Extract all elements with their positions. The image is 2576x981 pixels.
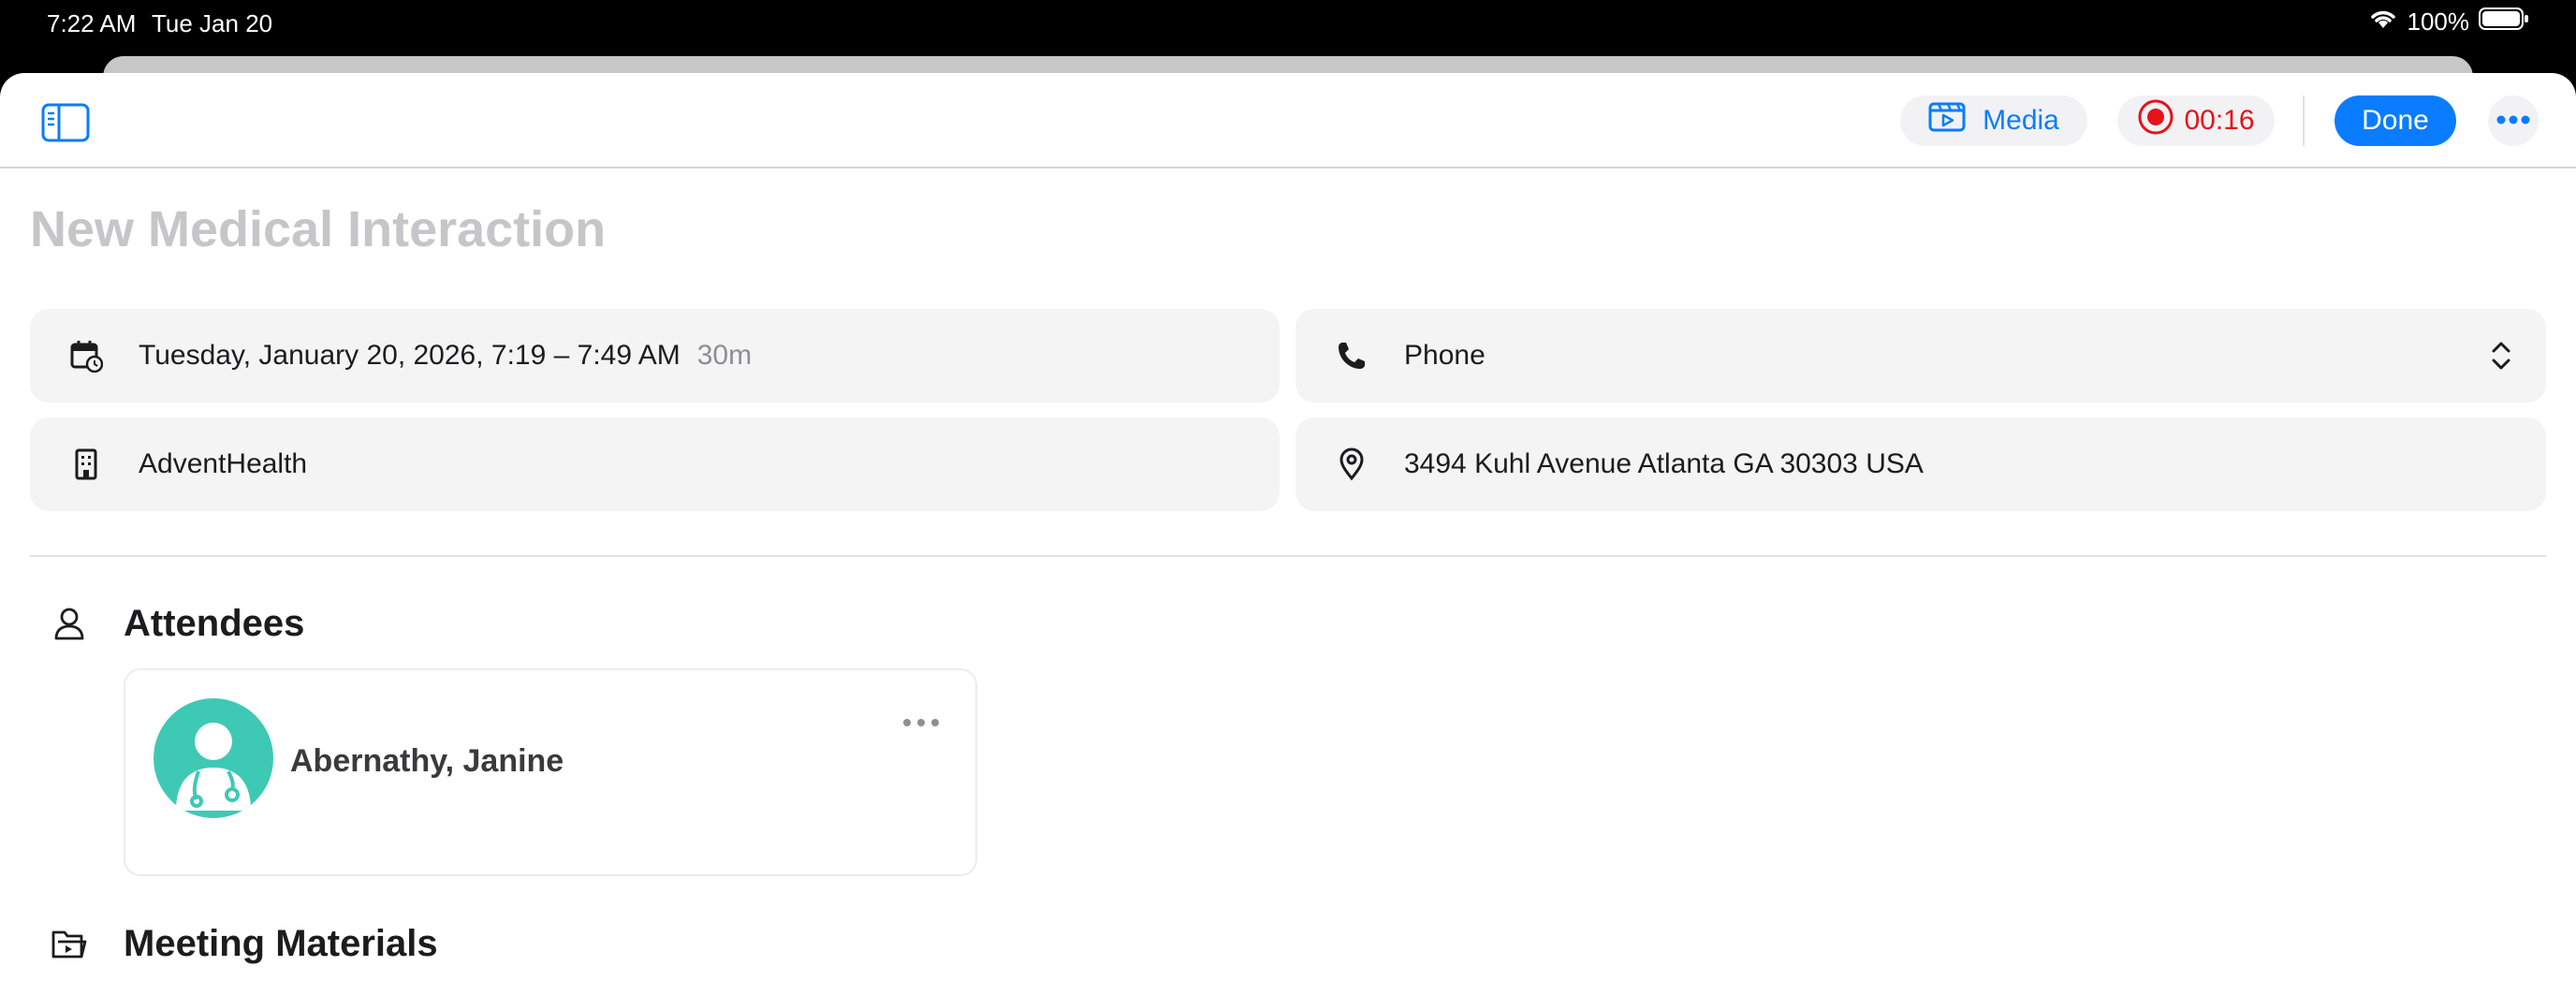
attendees-heading: Attendees xyxy=(124,603,305,644)
datetime-field[interactable]: Tuesday, January 20, 2026, 7:19 – 7:49 A… xyxy=(30,309,1280,403)
building-icon xyxy=(67,446,105,483)
status-bar: 7:22 AM Tue Jan 20 100% xyxy=(0,0,2576,47)
attendee-card[interactable]: Abernathy, Janine xyxy=(124,668,977,876)
folder-icon xyxy=(51,925,88,962)
status-right: 100% xyxy=(2368,7,2530,37)
media-label: Media xyxy=(1983,105,2059,136)
done-button[interactable]: Done xyxy=(2334,95,2456,146)
battery-percent: 100% xyxy=(2407,7,2470,36)
chevron-up-down-icon xyxy=(2490,339,2512,380)
section-divider xyxy=(30,555,2546,557)
record-icon xyxy=(2137,98,2174,143)
media-button[interactable]: Media xyxy=(1900,95,2087,146)
phone-icon xyxy=(1333,337,1370,374)
channel-value: Phone xyxy=(1404,340,1486,371)
ellipsis-icon xyxy=(2496,112,2530,129)
more-options-button[interactable] xyxy=(2488,95,2539,146)
interaction-sheet: Media 00:16 Done New Medical Interaction… xyxy=(0,73,2576,981)
battery-icon xyxy=(2479,7,2529,37)
meeting-materials-heading: Meeting Materials xyxy=(124,923,438,964)
attendee-more-icon[interactable] xyxy=(902,715,940,732)
sidebar-toggle-icon[interactable] xyxy=(41,103,90,142)
status-date: Tue Jan 20 xyxy=(152,9,273,37)
nav-divider xyxy=(2303,95,2305,146)
doctor-avatar-icon xyxy=(154,698,273,818)
location-pin-icon xyxy=(1333,446,1370,483)
status-time: 7:22 AM xyxy=(47,9,137,37)
media-icon xyxy=(1928,100,1966,141)
recording-button[interactable]: 00:16 xyxy=(2117,95,2275,146)
organization-field[interactable]: AdventHealth xyxy=(30,417,1280,511)
duration-value: 30m xyxy=(696,340,753,371)
interaction-title-field[interactable]: New Medical Interaction xyxy=(30,200,606,258)
attendee-name: Abernathy, Janine xyxy=(290,743,564,779)
person-icon xyxy=(51,605,88,642)
address-field[interactable]: 3494 Kuhl Avenue Atlanta GA 30303 USA xyxy=(1295,417,2546,511)
organization-value: AdventHealth xyxy=(139,448,308,479)
recording-timer: 00:16 xyxy=(2184,105,2255,136)
datetime-value: Tuesday, January 20, 2026, 7:19 – 7:49 A… xyxy=(139,340,681,371)
wifi-icon xyxy=(2368,7,2398,37)
address-value: 3494 Kuhl Avenue Atlanta GA 30303 USA xyxy=(1404,448,1924,479)
calendar-clock-icon xyxy=(67,337,105,374)
channel-select[interactable]: Phone xyxy=(1295,309,2546,403)
nav-bar: Media 00:16 Done xyxy=(0,73,2576,168)
